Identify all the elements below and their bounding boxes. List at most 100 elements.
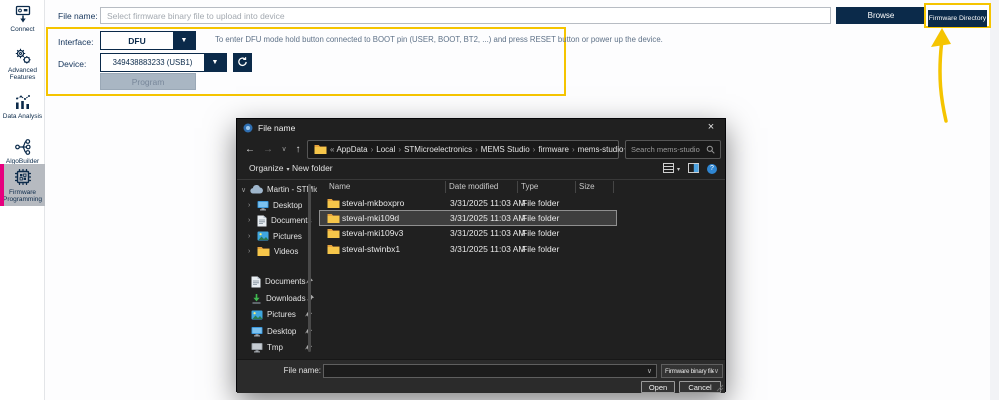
firmware-directory-button[interactable]: Firmware Directory [928,10,987,27]
new-folder-button[interactable]: New folder [292,163,333,173]
sidebar-item-algobuilder[interactable]: AlgoBuilder [0,136,45,165]
column-separator[interactable] [445,181,446,193]
column-header-type[interactable]: Type [521,182,538,191]
firmware-directory-highlight: Firmware Directory [924,3,991,28]
file-list: Name Date modified Type Size ^ steval-mkboxp… [319,180,723,359]
nav-item-label: Documents [271,216,312,226]
nav-item-label: Tmp [267,343,283,353]
folder-icon [257,246,270,257]
view-details-icon[interactable] [662,163,674,175]
program-button[interactable]: Program [100,73,196,90]
desktop-icon [251,326,263,337]
nav-pinned-item-downloads[interactable]: Downloads [237,290,317,307]
breadcrumb-overflow[interactable]: « [330,145,334,154]
monitor-icon [251,342,263,353]
breadcrumb-segment-stmicroelectronics[interactable]: STMicroelectronics [404,145,472,154]
nav-pinned-item-tmp[interactable]: Tmp [237,340,317,357]
chevron-expanded-icon[interactable]: ∨ [241,186,250,194]
nav-scrollbar[interactable] [308,184,311,352]
document-icon [251,276,261,288]
nav-item-documents[interactable]: › Documents [237,213,317,229]
search-input[interactable] [631,145,706,154]
sidebar-item-data-analysis[interactable]: Data Analysis [0,91,45,120]
file-row-steval-stwinbx1[interactable]: steval-stwinbx1 3/31/2025 11:03 AM File fo… [320,242,616,256]
file-type-select[interactable]: Firmware binary file (*.bin) ∨ [661,364,723,378]
nav-item-martin-stmicr[interactable]: ∨ Martin - STMicr [237,182,317,198]
sidebar-item-advanced-features[interactable]: Advanced Features [0,45,45,82]
dialog-title-bar[interactable]: File name × [237,119,725,136]
mems-studio-window: Connect Advanced Features Data Analysis Alg… [0,0,999,400]
up-icon[interactable]: ↑ [291,141,305,159]
cancel-button[interactable]: Cancel [679,381,721,393]
open-button[interactable]: Open [641,381,675,393]
sidebar-item-label: Data Analysis [2,113,43,120]
folder-icon [327,228,340,239]
file-name: steval-mki109v3 [342,228,404,239]
file-row-steval-mki109v3[interactable]: steval-mki109v3 3/31/2025 11:03 AM File fo… [320,226,616,240]
gears-icon [14,47,32,65]
breadcrumb-separator-icon: › [475,145,478,154]
file-name-label: File name: [58,11,98,21]
chevron-collapsed-icon[interactable]: › [248,233,257,240]
footer-file-name-combo: ∨ [323,364,657,378]
browse-button[interactable]: Browse [836,7,926,24]
interface-select[interactable]: DFU ▼ [100,31,196,50]
file-name: steval-mkboxpro [342,198,405,208]
footer-file-name-input[interactable] [324,366,647,376]
file-row-steval-mkboxpro[interactable]: steval-mkboxpro 3/31/2025 11:03 AM File fo… [320,196,616,210]
device-value: 349438883233 (USB1) [112,58,193,67]
nav-item-videos[interactable]: › Videos [237,244,317,260]
chevron-collapsed-icon[interactable]: › [248,217,257,224]
breadcrumb-segment-mems-studio[interactable]: MEMS Studio [481,145,530,154]
help-icon[interactable]: ? [707,164,717,174]
column-separator[interactable] [575,181,576,193]
chevron-down-icon[interactable]: ▼ [173,32,195,49]
sidebar-item-connect[interactable]: Connect [0,3,45,33]
search-box [625,140,721,159]
sidebar: Connect Advanced Features Data Analysis Alg… [0,0,45,400]
nav-pinned-item-documents[interactable]: Documents [237,274,317,291]
resize-grip-icon[interactable] [716,384,724,392]
breadcrumb-segment-local[interactable]: Local [376,145,395,154]
breadcrumb-segment-appdata[interactable]: AppData [336,145,367,154]
device-select[interactable]: 349438883233 (USB1) ▼ [100,53,227,72]
download-icon [251,293,262,304]
chevron-down-icon[interactable]: ▼ [204,54,226,71]
chevron-collapsed-icon[interactable]: › [248,202,257,209]
nav-pinned-item-pictures[interactable]: Pictures [237,307,317,324]
footer-file-name-label: File name: [283,366,321,375]
interface-value: DFU [128,35,146,46]
column-separator[interactable] [517,181,518,193]
column-header-size[interactable]: Size [579,182,595,191]
organize-menu[interactable]: Organize ▾ [249,163,290,173]
chevron-collapsed-icon[interactable]: › [248,248,257,255]
refresh-devices-button[interactable] [233,53,252,72]
sidebar-item-label: Firmware Programming [2,188,42,203]
nav-item-label: Downloads [266,293,306,303]
sidebar-item-firmware-programming[interactable]: Firmware Programming [0,164,45,206]
dialog-toolbar: Organize ▾ New folder ▾ ? [237,163,725,177]
nav-item-pictures[interactable]: › Pictures [237,229,317,245]
sidebar-item-label: Advanced Features [8,67,37,82]
close-icon[interactable]: × [697,119,725,136]
column-header-date-modified[interactable]: Date modified [449,182,498,191]
column-header-name[interactable]: Name [329,182,350,191]
column-separator[interactable] [613,181,614,193]
forward-icon[interactable]: → [261,141,275,159]
file-row-steval-mki109d[interactable]: steval-mki109d 3/31/2025 11:03 AM File fol… [319,210,617,227]
nav-item-desktop[interactable]: › Desktop [237,198,317,214]
preview-pane-icon[interactable] [688,163,699,175]
breadcrumb[interactable]: « AppData › Local › STMicroelectronics › MEMS … [307,140,647,159]
view-dropdown-icon[interactable]: ▾ [677,166,680,173]
history-chevron-icon[interactable]: ∨ [277,141,291,159]
breadcrumb-segment-firmware[interactable]: firmware [538,145,569,154]
sort-ascending-icon: ^ [377,179,381,184]
firmware-file-input[interactable] [100,7,831,24]
algo-nodes-icon [14,138,32,156]
file-list-header: Name Date modified Type Size ^ [319,180,723,194]
chevron-down-icon[interactable]: ∨ [647,367,652,375]
picture-icon [251,310,263,320]
back-icon[interactable]: ← [243,141,257,159]
breadcrumb-segment-mems-studio[interactable]: mems-studio [578,145,624,154]
nav-pinned-item-desktop[interactable]: Desktop [237,323,317,340]
